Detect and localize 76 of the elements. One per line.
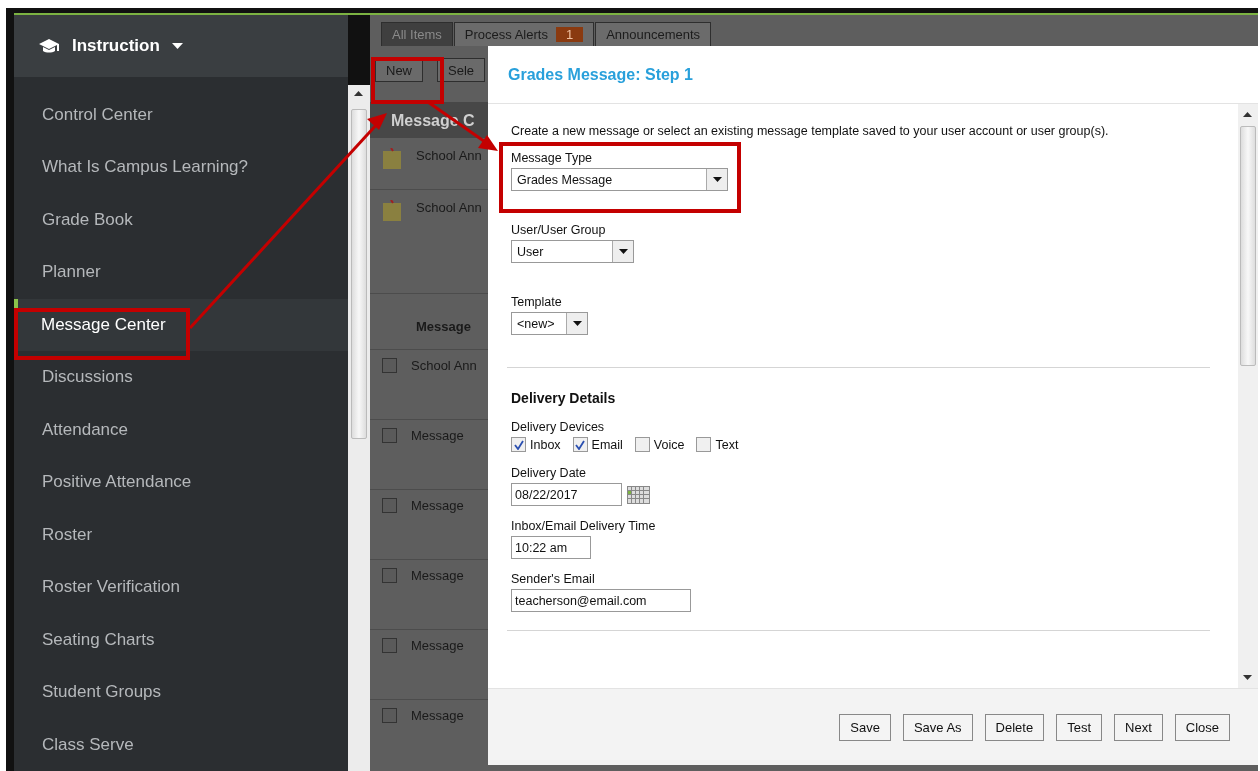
calendar-icon[interactable]: [627, 485, 650, 504]
checkmark-icon: [575, 439, 586, 450]
input-field[interactable]: 10:22 am: [511, 536, 591, 559]
sidebar-item[interactable]: Grade Book: [14, 193, 348, 246]
device-checkbox[interactable]: Text: [696, 437, 739, 452]
checkmark-icon: [513, 439, 524, 450]
dialog-button[interactable]: Next: [1114, 713, 1163, 741]
checkbox[interactable]: [572, 437, 588, 452]
sidebar-item[interactable]: Roster: [14, 508, 348, 561]
checkbox[interactable]: [511, 437, 526, 452]
input-field[interactable]: 08/22/2017: [511, 483, 622, 506]
dialog-button[interactable]: Save As: [902, 713, 973, 741]
module-title[interactable]: Instruction: [72, 35, 160, 56]
sidebar-item[interactable]: Attendance: [14, 403, 348, 456]
checkbox[interactable]: [634, 437, 650, 452]
note-icon: [382, 148, 402, 170]
sidebar-item[interactable]: Discussions: [14, 351, 348, 404]
tab[interactable]: Process Alerts 1: [453, 22, 595, 46]
caret-icon: [572, 321, 582, 326]
row-checkbox[interactable]: [382, 498, 397, 513]
message-title: Message: [411, 428, 464, 443]
device-checkbox[interactable]: Voice: [634, 437, 685, 452]
message-title: Message: [411, 708, 464, 723]
field-label: User/User Group: [511, 223, 607, 237]
device-checkbox[interactable]: Email: [572, 437, 623, 452]
count-badge: 1: [555, 27, 584, 42]
sidebar-item[interactable]: Roster Verification: [14, 561, 348, 614]
sidebar-item[interactable]: Control Center: [14, 88, 348, 141]
dropdown[interactable]: Grades Message: [511, 168, 728, 191]
note-icon: [382, 200, 402, 222]
row-checkbox[interactable]: [382, 568, 397, 583]
row-checkbox[interactable]: [382, 428, 397, 443]
sidebar-item[interactable]: Message Center: [14, 298, 348, 351]
dialog-button[interactable]: Test: [1056, 713, 1102, 741]
scroll-down-icon[interactable]: [1243, 675, 1252, 680]
field-label: Delivery Date: [511, 466, 588, 480]
field-label: Template: [511, 295, 563, 309]
graduation-cap-icon: [38, 37, 60, 54]
dialog-title: Grades Message: Step 1: [508, 65, 693, 84]
message-title: Message: [411, 638, 464, 653]
input-field[interactable]: teacherson@email.com: [511, 589, 691, 612]
dialog-button[interactable]: Save: [839, 713, 891, 741]
sidebar-item[interactable]: Positive Attendance: [14, 456, 348, 509]
field-label: Sender's Email: [511, 572, 596, 586]
row-checkbox[interactable]: [382, 638, 397, 653]
device-checkbox[interactable]: Inbox: [511, 437, 561, 452]
field-label: Inbox/Email Delivery Time: [511, 519, 657, 533]
scrollbar[interactable]: [348, 85, 370, 771]
message-title: School Ann: [416, 200, 482, 215]
row-checkbox[interactable]: [382, 358, 397, 373]
caret-icon: [618, 249, 628, 254]
checkbox[interactable]: [696, 437, 712, 452]
message-title: School Ann: [416, 148, 482, 163]
sidebar-item[interactable]: Seating Charts: [14, 613, 348, 666]
dialog-button[interactable]: Close: [1174, 713, 1230, 741]
caret-icon: [712, 177, 722, 182]
sidebar-item[interactable]: Planner: [14, 246, 348, 299]
sidebar-item[interactable]: Student Groups: [14, 666, 348, 719]
message-title: Message: [411, 568, 464, 583]
row-checkbox[interactable]: [382, 708, 397, 723]
sidebar-item[interactable]: What Is Campus Learning?: [14, 141, 348, 194]
message-title: School Ann: [411, 358, 477, 373]
field-label: Message Type: [511, 151, 594, 165]
scrollbar[interactable]: [1238, 104, 1258, 688]
dropdown[interactable]: User: [511, 240, 634, 263]
dropdown[interactable]: <new>: [511, 312, 588, 335]
section-heading: Delivery Details: [511, 390, 617, 406]
caret-icon[interactable]: [171, 42, 183, 49]
scroll-up-icon[interactable]: [354, 91, 363, 96]
sidebar-item[interactable]: Class Serve: [14, 718, 348, 771]
scroll-up-icon[interactable]: [1243, 112, 1252, 117]
field-label: Delivery Devices: [511, 420, 606, 434]
column-header: Message: [416, 319, 471, 334]
dialog-button[interactable]: Delete: [984, 713, 1045, 741]
message-title: Message: [411, 498, 464, 513]
instruction-text: Create a new message or select an existing message template saved to your user account or user group(s).: [511, 124, 1110, 138]
